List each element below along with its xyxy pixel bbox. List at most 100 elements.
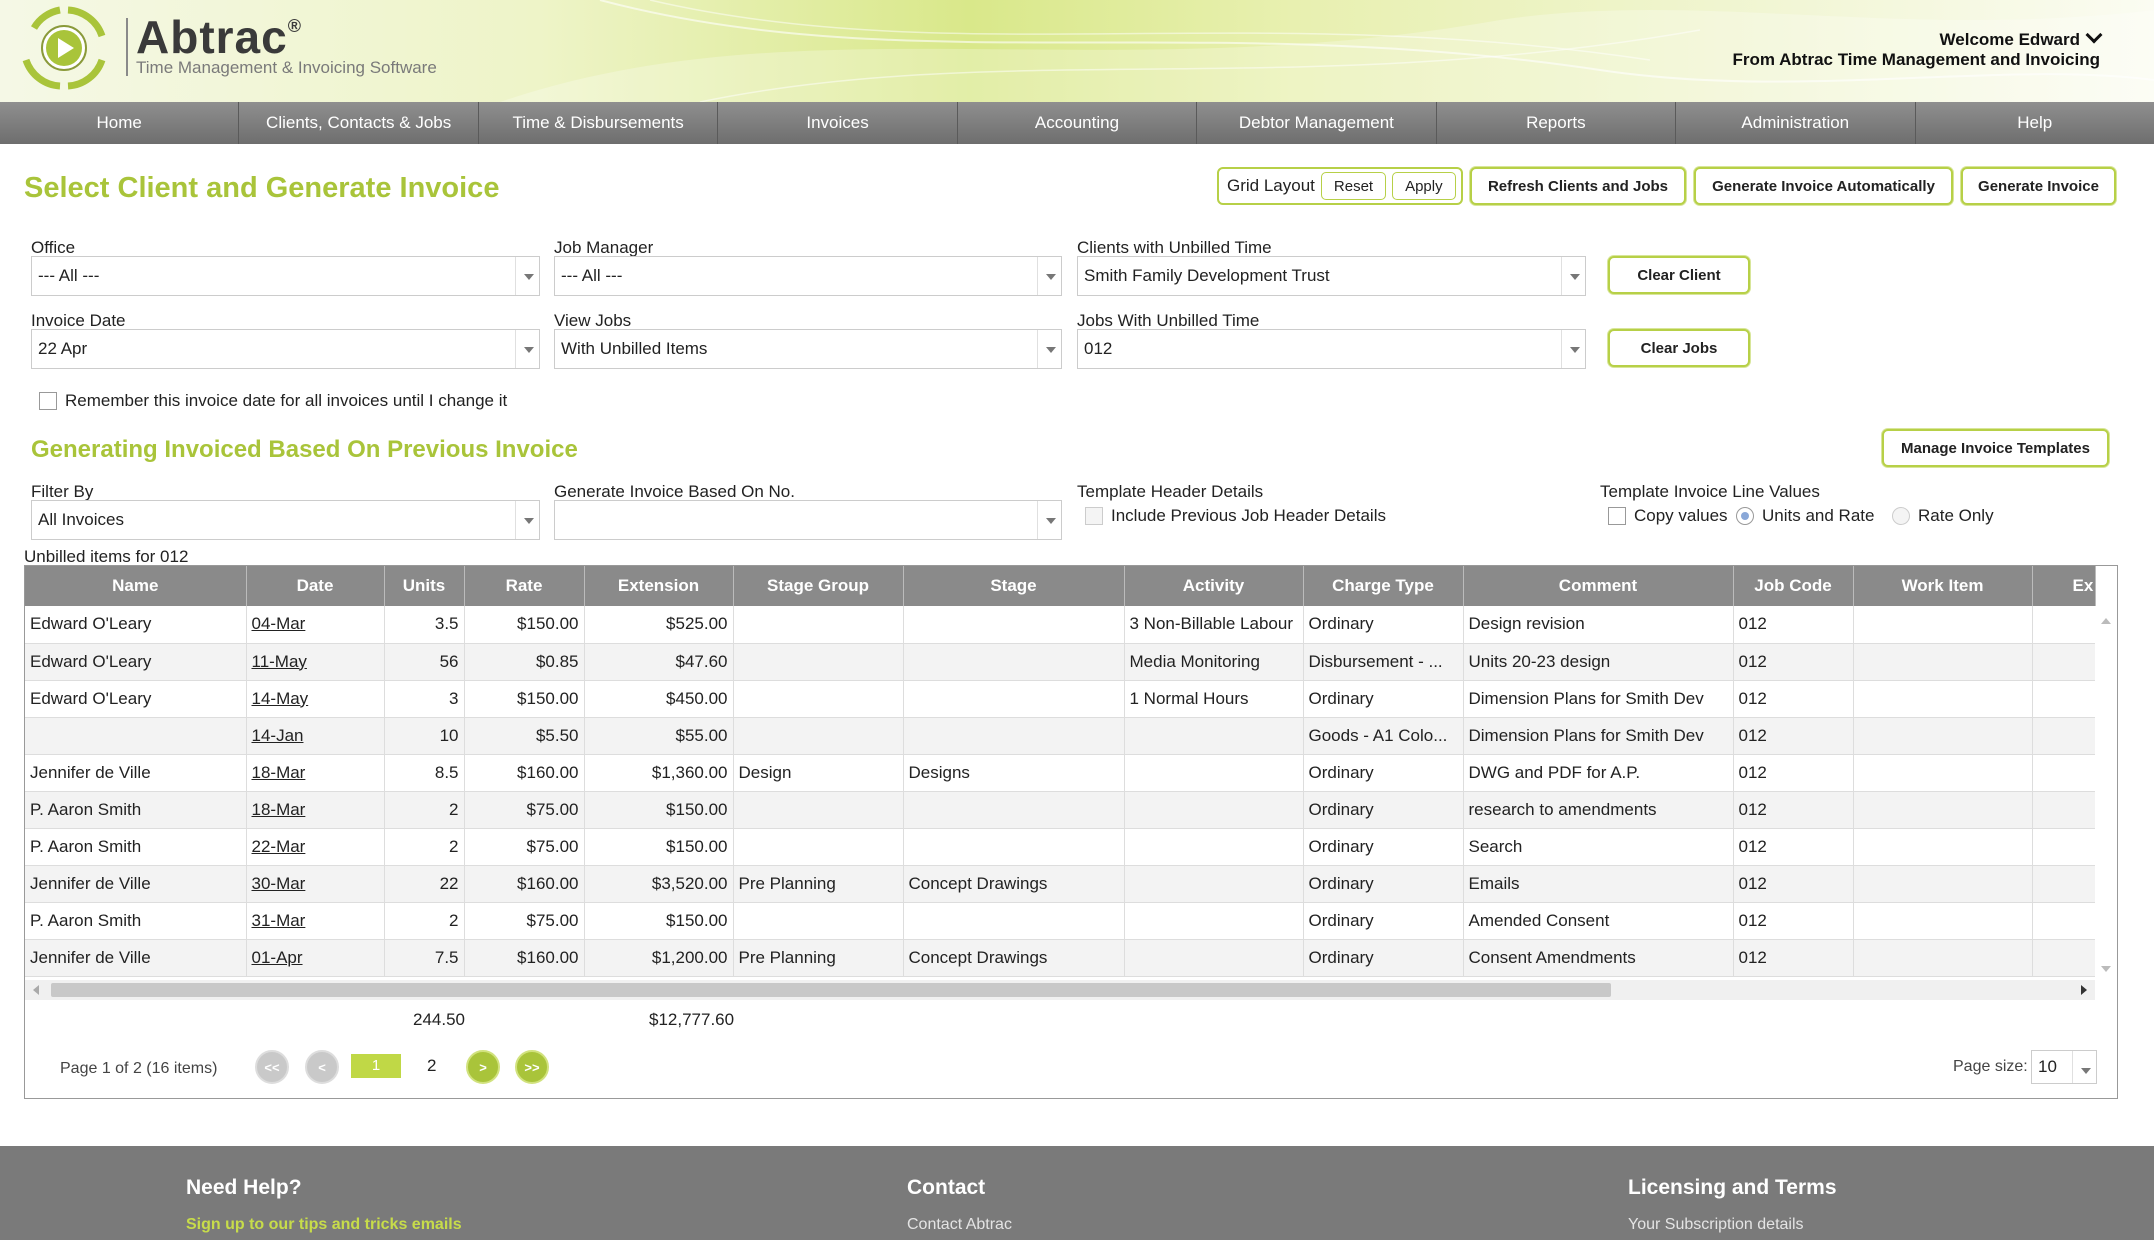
scroll-left-icon[interactable] — [33, 985, 39, 995]
clear-client-button[interactable]: Clear Client — [1608, 256, 1750, 294]
office-select[interactable]: --- All --- — [31, 256, 540, 296]
dropdown-arrow-icon[interactable] — [1561, 257, 1585, 295]
footer-license-link[interactable]: Your Subscription details — [1628, 1216, 1804, 1234]
nav-accounting[interactable]: Accounting — [958, 102, 1198, 144]
nav-clients-contacts-jobs[interactable]: Clients, Contacts & Jobs — [239, 102, 479, 144]
cell-date[interactable]: 22-Mar — [246, 828, 385, 866]
col-header-rate[interactable]: Rate — [464, 566, 585, 606]
dropdown-arrow-icon[interactable] — [1037, 501, 1061, 539]
col-header-units[interactable]: Units — [384, 566, 465, 606]
cell-job-code: 012 — [1733, 902, 1854, 940]
refresh-clients-jobs-button[interactable]: Refresh Clients and Jobs — [1470, 167, 1686, 205]
col-header-job-code[interactable]: Job Code — [1733, 566, 1854, 606]
table-row[interactable]: Edward O'Leary 04-Mar 3.5 $150.00 $525.00 3 N… — [25, 606, 2096, 644]
footer-help-link[interactable]: Sign up to our tips and tricks emails — [186, 1216, 462, 1234]
prev-page-icon[interactable]: < — [305, 1050, 339, 1084]
nav-reports[interactable]: Reports — [1437, 102, 1677, 144]
previous-invoice-title: Generating Invoiced Based On Previous In… — [31, 436, 578, 463]
dropdown-arrow-icon[interactable] — [1037, 257, 1061, 295]
nav-administration[interactable]: Administration — [1676, 102, 1916, 144]
generate-invoice-button[interactable]: Generate Invoice — [1961, 167, 2116, 205]
cell-date[interactable]: 18-Mar — [246, 754, 385, 792]
col-header-stage[interactable]: Stage — [903, 566, 1125, 606]
cell-ex — [2032, 754, 2096, 792]
user-menu[interactable]: Welcome Edward From Abtrac Time Manageme… — [1733, 26, 2103, 70]
clients-select[interactable]: Smith Family Development Trust — [1077, 256, 1586, 296]
col-header-ex[interactable]: Ex — [2032, 566, 2096, 606]
first-page-icon[interactable]: << — [255, 1050, 289, 1084]
table-row[interactable]: Jennifer de Ville 01-Apr 7.5 $160.00 $1,200.… — [25, 939, 2096, 977]
units-and-rate-radio[interactable] — [1736, 507, 1754, 525]
dropdown-arrow-icon[interactable] — [1037, 330, 1061, 368]
scroll-down-icon[interactable] — [2101, 966, 2111, 972]
table-row[interactable]: 14-Jan 10 $5.50 $55.00 Goods - A1 Colo... Dim… — [25, 717, 2096, 755]
generate-invoice-automatically-button[interactable]: Generate Invoice Automatically — [1694, 167, 1953, 205]
col-header-charge-type[interactable]: Charge Type — [1303, 566, 1464, 606]
cell-date[interactable]: 30-Mar — [246, 865, 385, 903]
nav-invoices[interactable]: Invoices — [718, 102, 958, 144]
table-row[interactable]: Edward O'Leary 11-May 56 $0.85 $47.60 Media M… — [25, 643, 2096, 681]
footer-contact-link[interactable]: Contact Abtrac — [907, 1216, 1012, 1234]
vertical-scrollbar[interactable] — [2095, 606, 2117, 980]
cell-date[interactable]: 14-Jan — [246, 717, 385, 755]
job-manager-select[interactable]: --- All --- — [554, 256, 1062, 296]
table-row[interactable]: P. Aaron Smith 18-Mar 2 $75.00 $150.00 Ordina… — [25, 791, 2096, 829]
cell-date[interactable]: 11-May — [246, 643, 385, 681]
dropdown-arrow-icon[interactable] — [1561, 330, 1585, 368]
dropdown-arrow-icon[interactable] — [515, 257, 539, 295]
cell-date[interactable]: 01-Apr — [246, 939, 385, 977]
table-row[interactable]: Jennifer de Ville 18-Mar 8.5 $160.00 $1,360.… — [25, 754, 2096, 792]
scroll-right-icon[interactable] — [2081, 985, 2087, 995]
table-row[interactable]: Edward O'Leary 14-May 3 $150.00 $450.00 1 Nor… — [25, 680, 2096, 718]
page-1-button[interactable]: 1 — [351, 1054, 401, 1078]
col-header-stage-group[interactable]: Stage Group — [733, 566, 904, 606]
dropdown-arrow-icon[interactable] — [2072, 1051, 2096, 1083]
cell-date[interactable]: 14-May — [246, 680, 385, 718]
dropdown-arrow-icon[interactable] — [515, 330, 539, 368]
nav-help[interactable]: Help — [1916, 102, 2154, 144]
include-header-checkbox[interactable] — [1085, 507, 1103, 525]
last-page-icon[interactable]: >> — [515, 1050, 549, 1084]
welcome-text: Welcome Edward — [1939, 30, 2080, 49]
table-row[interactable]: P. Aaron Smith 22-Mar 2 $75.00 $150.00 Ordina… — [25, 828, 2096, 866]
reset-button[interactable]: Reset — [1320, 172, 1387, 200]
cell-activity — [1124, 828, 1304, 866]
cell-date[interactable]: 04-Mar — [246, 606, 385, 644]
cell-date[interactable]: 18-Mar — [246, 791, 385, 829]
cell-charge-type: Ordinary — [1303, 791, 1464, 829]
job-manager-value: --- All --- — [561, 266, 623, 285]
cell-units: 2 — [384, 828, 465, 866]
scroll-up-icon[interactable] — [2101, 618, 2111, 624]
invoice-date-picker[interactable]: 22 Apr — [31, 329, 540, 369]
page-2-button[interactable]: 2 — [427, 1056, 436, 1076]
view-jobs-select[interactable]: With Unbilled Items — [554, 329, 1062, 369]
line-values-label: Template Invoice Line Values — [1600, 482, 1820, 501]
copy-values-checkbox[interactable] — [1608, 507, 1626, 525]
col-header-extension[interactable]: Extension — [584, 566, 734, 606]
horizontal-scrollbar[interactable] — [25, 980, 2095, 1000]
cell-work-item — [1853, 828, 2033, 866]
cell-date[interactable]: 31-Mar — [246, 902, 385, 940]
jobs-select[interactable]: 012 — [1077, 329, 1586, 369]
rate-only-radio[interactable] — [1892, 507, 1910, 525]
col-header-name[interactable]: Name — [25, 566, 247, 606]
manage-invoice-templates-button[interactable]: Manage Invoice Templates — [1882, 429, 2109, 467]
clear-jobs-button[interactable]: Clear Jobs — [1608, 329, 1750, 367]
table-row[interactable]: Jennifer de Ville 30-Mar 22 $160.00 $3,520.0… — [25, 865, 2096, 903]
dropdown-arrow-icon[interactable] — [515, 501, 539, 539]
col-header-work-item[interactable]: Work Item — [1853, 566, 2033, 606]
col-header-date[interactable]: Date — [246, 566, 385, 606]
next-page-icon[interactable]: > — [466, 1050, 500, 1084]
table-row[interactable]: P. Aaron Smith 31-Mar 2 $75.00 $150.00 Ordina… — [25, 902, 2096, 940]
apply-button[interactable]: Apply — [1392, 172, 1456, 200]
col-header-activity[interactable]: Activity — [1124, 566, 1304, 606]
col-header-comment[interactable]: Comment — [1463, 566, 1734, 606]
based-on-select[interactable] — [554, 500, 1062, 540]
remember-date-checkbox[interactable] — [39, 392, 57, 410]
scroll-thumb[interactable] — [51, 983, 1611, 997]
page-size-select[interactable]: 10 — [2031, 1050, 2097, 1084]
nav-debtor-management[interactable]: Debtor Management — [1197, 102, 1437, 144]
nav-home[interactable]: Home — [0, 102, 240, 144]
filter-by-select[interactable]: All Invoices — [31, 500, 540, 540]
nav-time-disbursements[interactable]: Time & Disbursements — [479, 102, 719, 144]
